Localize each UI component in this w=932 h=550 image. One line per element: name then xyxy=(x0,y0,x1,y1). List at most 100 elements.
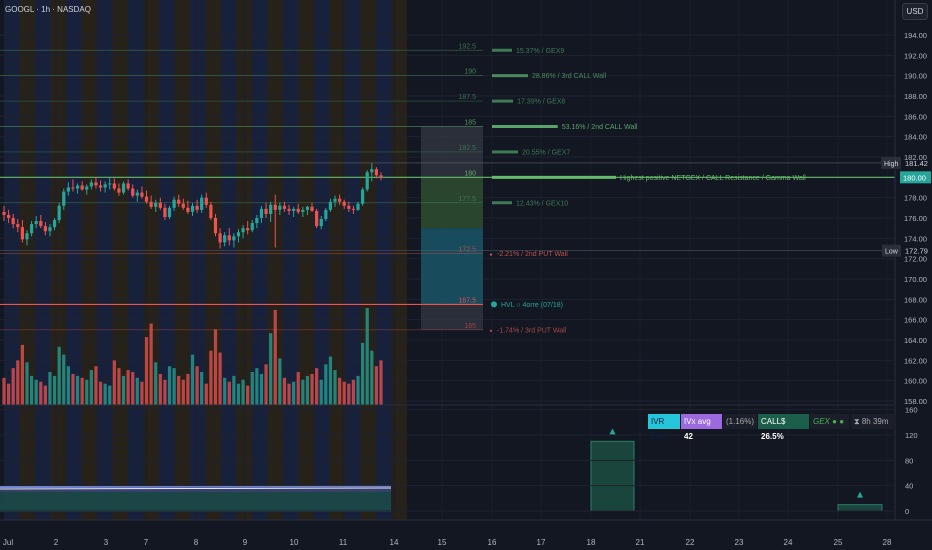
candle-body xyxy=(34,221,38,225)
volume-bar xyxy=(98,381,103,405)
price-tick: 178.00 xyxy=(904,194,927,203)
session-band xyxy=(128,0,144,520)
volume-bar xyxy=(319,379,323,405)
volume-bar xyxy=(80,377,84,405)
candle-body xyxy=(6,214,11,218)
gex-dot-icon-2: ● xyxy=(839,417,845,426)
gex-strike-6: 177.5 xyxy=(458,196,476,203)
volume-bar xyxy=(379,360,383,405)
candle-body xyxy=(338,198,342,202)
candle-body xyxy=(195,205,199,210)
gex-label-7: -2.21% / 2nd PUT Wall xyxy=(497,251,568,258)
gex-strike-7: 172.5 xyxy=(458,247,476,254)
volume-bar xyxy=(264,364,268,405)
price-tick: 176.00 xyxy=(904,214,927,223)
candle-body xyxy=(48,227,52,232)
volume-bar xyxy=(365,308,369,405)
candle-body xyxy=(287,208,291,211)
time-label: 2 xyxy=(54,538,59,547)
candle-body xyxy=(57,205,61,221)
price-tick: 162.00 xyxy=(904,356,927,365)
volume-bar xyxy=(195,366,199,405)
time-axis: Jul 2 3 7 8 9 10 11 14 15 16 17 18 21 22 23 24 25 28 xyxy=(0,519,932,550)
gex-strike-0: 192.5 xyxy=(458,43,476,50)
volume-bar xyxy=(305,375,310,405)
volume-bar xyxy=(186,373,190,405)
candle-body xyxy=(71,187,75,189)
time-label: 11 xyxy=(339,538,348,547)
candle-body xyxy=(85,186,89,190)
candle-body xyxy=(213,218,218,234)
gex-strike-3: 185 xyxy=(464,120,476,127)
volume-bar xyxy=(85,379,89,405)
candle-body xyxy=(374,169,379,176)
session-band xyxy=(360,0,376,520)
volume-bar xyxy=(324,364,328,405)
candle-body xyxy=(269,204,273,214)
volume-bar xyxy=(16,360,20,405)
volume-bar xyxy=(278,358,282,405)
candle-body xyxy=(236,232,241,237)
volume-bar xyxy=(158,373,162,405)
volume-bar xyxy=(112,360,116,405)
gex-label-6: 12.43% / GEX10 xyxy=(516,200,568,207)
lower-fill xyxy=(0,492,391,512)
session-band xyxy=(283,0,299,520)
candle-body xyxy=(347,205,351,209)
volume-bar xyxy=(131,372,135,405)
volume-bar xyxy=(108,385,112,405)
volume-bar xyxy=(232,375,236,405)
time-label: 18 xyxy=(587,538,596,547)
candle-body xyxy=(75,185,80,189)
volume-bar xyxy=(227,381,231,405)
volume-bar xyxy=(255,368,259,405)
candle-body xyxy=(324,209,328,220)
high-value: 181.42 xyxy=(905,159,928,168)
session-band xyxy=(345,0,361,520)
gex-label-1: 28.86% / 3rd CALL Wall xyxy=(532,73,607,80)
candle-body xyxy=(121,183,126,193)
countdown-timer: ⧗ 8h 39m xyxy=(851,414,896,429)
volume-bar xyxy=(204,383,208,405)
gex-label-8: HVL ○ 4orre (07/18) xyxy=(501,302,563,309)
time-label: 8 xyxy=(194,538,199,547)
time-label: 15 xyxy=(438,538,447,547)
expiry-marker-icon xyxy=(609,428,616,435)
candle-body xyxy=(108,183,112,185)
lower-tick: 80 xyxy=(905,456,913,465)
candle-body xyxy=(117,188,121,193)
time-label: 3 xyxy=(104,538,109,547)
chart-canvas[interactable]: 192.5 15.37% / GEX9 190 28.86% / 3rd CALL W… xyxy=(0,0,932,550)
volume-bar xyxy=(126,370,130,405)
candle-body xyxy=(29,224,34,234)
candle-body xyxy=(89,182,93,187)
lower-tick: 0 xyxy=(905,507,909,516)
time-label: 16 xyxy=(488,538,497,547)
volume-bar xyxy=(167,366,172,405)
volume-bar xyxy=(121,375,126,405)
candle-body xyxy=(278,205,282,210)
gex-dot-icon: ● xyxy=(832,417,837,426)
volume-bar xyxy=(328,356,333,405)
gex-label-9: -1.74% / 3rd PUT Wall xyxy=(497,327,567,334)
candle-body xyxy=(140,192,144,197)
candle-body xyxy=(80,185,84,190)
session-band xyxy=(50,0,66,520)
volume-bar xyxy=(374,366,379,405)
volume-bar xyxy=(11,368,15,405)
volume-bar xyxy=(48,372,52,405)
volume-bar xyxy=(71,373,75,405)
volume-bar xyxy=(117,368,121,405)
candle-body xyxy=(246,228,250,231)
session-band xyxy=(190,0,206,520)
session-band xyxy=(298,0,314,520)
session-band xyxy=(314,0,330,520)
time-label: 23 xyxy=(735,538,744,547)
volume-bar xyxy=(190,354,195,405)
candle-body xyxy=(62,191,66,206)
candle-body xyxy=(52,220,57,228)
currency-button[interactable]: USD xyxy=(902,3,928,20)
symbol-title[interactable]: GOOGL · 1h · NASDAQ xyxy=(5,5,91,14)
time-label: 24 xyxy=(784,538,793,547)
price-tick: 158.00 xyxy=(904,397,927,406)
